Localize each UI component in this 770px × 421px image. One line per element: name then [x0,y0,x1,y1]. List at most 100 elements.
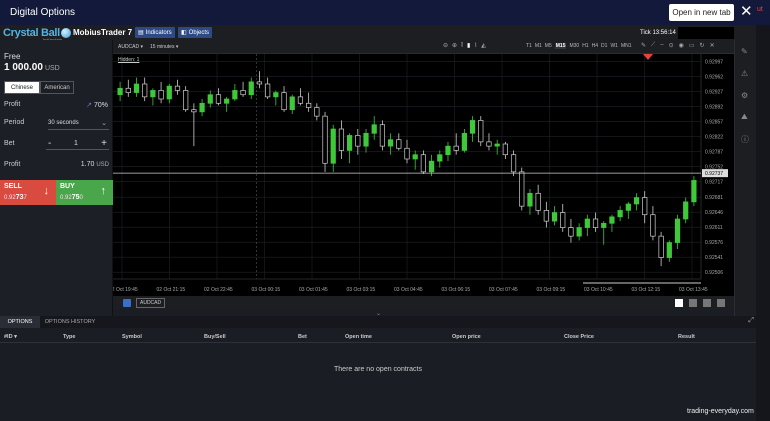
target-icon[interactable]: ⊙ [669,42,674,49]
line-tool-icon[interactable]: ⟋ [651,42,655,49]
window-icon[interactable]: ▭ [689,42,695,49]
candle-body [469,120,476,134]
window-close-icon[interactable]: ✕ [710,42,715,49]
option-type-american[interactable]: American [40,81,74,94]
hidden-indicator-label[interactable]: Hidden: 1 [118,57,139,63]
expand-icon[interactable]: ⤢ [748,317,754,325]
area-chart-icon[interactable]: ◭ [481,42,486,49]
tab-options-history[interactable]: OPTIONS HISTORY [40,316,100,328]
bet-value[interactable]: 1 [74,140,78,147]
layout-single-icon[interactable] [675,299,683,307]
column-header[interactable]: Open price [452,334,481,340]
x-tick-label: 03 Oct 04:45 [394,287,423,293]
pencil-icon[interactable]: ✎ [641,42,646,49]
candle-body [330,128,336,164]
timeframe-w1[interactable]: W1 [610,43,618,49]
candle-body [445,145,451,156]
period-select[interactable]: 30 seconds ⌄ [48,120,109,130]
candle-body [371,124,377,134]
candle-body [142,83,148,98]
period-value: 30 seconds [48,120,79,126]
profit-percent: ↗ 70% [86,101,108,109]
tab-options[interactable]: OPTIONS [0,316,40,328]
candle-body [650,214,656,237]
zoom-in-icon[interactable]: ⊕ [452,42,457,49]
chart-icon[interactable]: ⛰ [741,112,748,122]
candle-body [683,201,689,220]
objects-button[interactable]: ◧ Objects [178,27,213,38]
minus-icon[interactable]: – [660,42,663,49]
column-header[interactable]: Close Price [564,334,594,340]
column-header[interactable]: Bet [298,334,307,340]
x-tick-label: 03 Oct 10:45 [584,287,613,293]
timeframe-h4[interactable]: H4 [592,43,598,49]
candle-body [437,154,443,162]
column-header[interactable]: Open time [345,334,372,340]
grid-icon[interactable] [123,299,131,307]
column-header[interactable]: Symbol [122,334,142,340]
column-header[interactable]: Buy/Sell [204,334,226,340]
symbol-tab[interactable]: AUDCAD [136,298,166,308]
column-header[interactable]: Type [63,334,75,340]
balance-value: 1 000.00 [4,62,43,73]
candle-chart-icon[interactable]: ▮ [467,42,470,49]
option-type-chinese[interactable]: Chinese [4,81,40,94]
sell-button[interactable]: SELL 0.92737 ↓ [0,180,56,205]
price-chart[interactable]: 0.92997 0.92962 0.92927 0.92892 0.92857 0.928… [113,54,734,296]
chart-symbol-label: AUDCAD [118,44,140,50]
bet-increment-button[interactable]: + [101,138,107,149]
refresh-icon[interactable]: ↻ [700,42,705,49]
timeframe-m1[interactable]: M1 [535,43,542,49]
line-chart-icon[interactable]: ⌇ [474,42,477,49]
close-icon[interactable]: ✕ [740,3,753,21]
timeframe-m30[interactable]: M30 [569,43,579,49]
bar-chart-icon[interactable]: ⫾ [461,42,463,49]
layout-columns-icon[interactable] [703,299,711,307]
options-tabs: OPTIONS OPTIONS HISTORY ⤢ [0,316,756,328]
balance: 1 000.00 USD [4,62,60,73]
candle-body [535,192,541,211]
pin-icon[interactable]: ✎ [741,47,748,56]
settings-icon[interactable]: ⚙ [741,91,748,100]
layout-rows-icon[interactable] [717,299,725,307]
candle-body [601,222,607,228]
info-icon[interactable]: ⓘ [741,134,749,145]
layout-grid-icon[interactable] [689,299,697,307]
empty-message: There are no open contracts [334,366,422,373]
column-header[interactable]: Result [678,334,695,340]
chart-tools: ⊖ ⊕ ⫾ ▮ ⌇ ◭ [443,42,486,49]
vertical-scrollbar[interactable] [756,25,770,421]
timeframe-m15[interactable]: M15 [554,43,567,49]
arrow-down-icon: ↓ [43,185,50,197]
column-header[interactable]: #ID ▾ [4,334,17,340]
warning-icon[interactable]: ⚠ [741,69,748,78]
eye-icon[interactable]: ◉ [679,42,684,49]
timeframe-m5[interactable]: M5 [545,43,552,49]
candle-body [256,81,263,85]
candle-body [265,83,271,98]
buy-label: BUY [60,183,75,190]
chart-timeframe[interactable]: 15 minutes ▾ [150,44,178,50]
buy-button[interactable]: BUY 0.92750 ↑ [56,180,113,205]
indicators-button[interactable]: ▤ Indicators [135,27,175,38]
candle-body [240,90,246,96]
timeframe-d1[interactable]: D1 [601,43,607,49]
x-tick-label: 03 Oct 06:15 [442,287,471,293]
candle-body [691,180,697,203]
candle-body [355,135,361,147]
timeframe-t1[interactable]: T1 [526,43,532,49]
zoom-out-icon[interactable]: ⊖ [443,42,448,49]
candle-body [215,94,222,104]
candle-body [363,132,369,147]
candle-body [232,90,238,100]
bet-label: Bet [4,140,15,147]
open-new-tab-button[interactable]: Open in new tab [669,4,734,21]
x-tick-label: 03 Oct 13:45 [679,287,708,293]
timeframe-h1[interactable]: H1 [582,43,588,49]
chart-bottom-bar: AUDCAD [113,296,734,310]
bet-decrement-button[interactable]: - [48,138,51,149]
timeframe-mn1[interactable]: MN1 [621,43,632,49]
chart-scrollbar [583,282,701,284]
chart-symbol[interactable]: AUDCAD ▾ [118,44,143,50]
bet-stepper[interactable]: - 1 + [46,138,109,150]
